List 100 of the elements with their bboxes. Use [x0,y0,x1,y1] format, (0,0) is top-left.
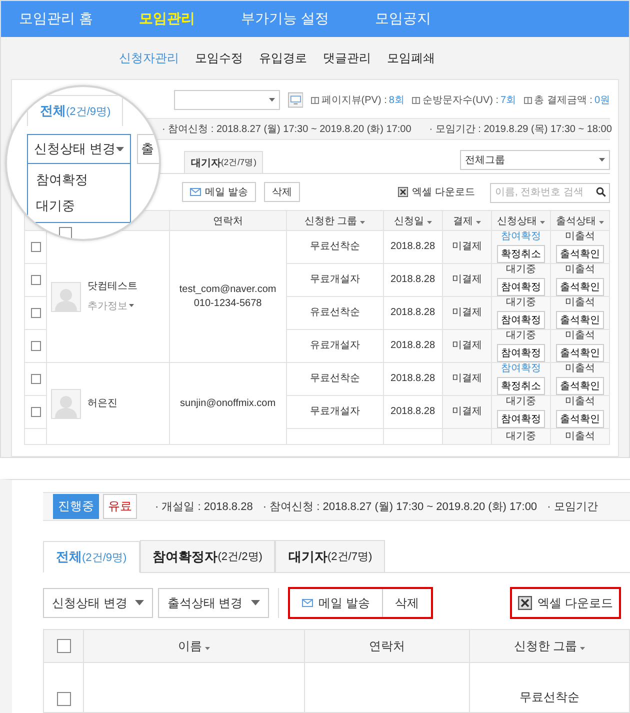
group-name: 무료선착순 [520,690,580,704]
attendance-status: 미출석 [564,297,596,309]
attendance-status: 미출석 [564,330,596,342]
group-name: 무료개설자 [308,406,361,418]
apply-date: 2018.8.28 [390,241,436,253]
payment-status: 미결제 [450,373,483,385]
attendance-check-button[interactable]: 출석확인 [556,344,604,362]
group-name: 무료개설자 [308,274,361,286]
application-status: 대기중 [504,297,537,309]
row-checkbox[interactable] [56,692,70,706]
column-header[interactable]: 출석상태 [550,210,610,230]
applicant-name: 허은진 [87,398,118,410]
status-change-dropdown[interactable]: 신청상태 변경 [27,134,131,164]
apply-date: 2018.8.28 [390,274,436,286]
column-header: 연락처 [304,630,470,662]
attendance-check-button[interactable]: 출석확인 [556,311,604,329]
status-action-button[interactable]: 확정취소 [496,377,545,395]
application-status: 대기중 [504,264,537,276]
search-field[interactable]: 이름, 전화번호 검색 [490,182,610,202]
row-checkbox[interactable] [30,340,41,351]
column-header[interactable]: 신청한 그룹 [470,630,630,662]
status-action-button[interactable]: 참여확정 [496,278,545,296]
group-name: 무료선착순 [308,241,361,253]
column-header[interactable]: 신청일 [383,210,442,230]
attendance-check-button[interactable]: 출석확인 [556,278,604,296]
status-action-button[interactable]: 참여확정 [496,344,545,362]
applicant-tab[interactable]: 참여확정자(2건/2명) [140,540,276,572]
delete-button[interactable]: 삭제 [264,182,300,202]
column-header[interactable]: 신청한 그룹 [286,210,384,230]
payment-status: 미결제 [450,406,483,418]
payment-status: 미결제 [450,340,483,352]
application-status: 참여확정 [500,231,542,243]
attendance-dropdown[interactable]: 출 [137,134,159,164]
column-header[interactable]: 결제 [442,210,492,230]
info-text: · 모임기간 [547,500,598,514]
caret-icon [135,600,144,606]
envelope-icon [190,188,201,196]
status-dropdown[interactable]: 출석상태 변경 [158,588,269,618]
attendance-check-button[interactable]: 출석확인 [556,377,604,395]
apply-date: 2018.8.28 [390,340,436,352]
menu-item[interactable]: 대기중 [28,193,130,219]
application-status: 대기중 [504,430,537,442]
menu-item[interactable]: 참여확정 [28,167,130,193]
column-header[interactable]: 신청상태 [491,210,550,230]
group-name: 유료개설자 [308,340,361,352]
status-action-button[interactable]: 참여확정 [496,410,545,428]
header-checkbox[interactable] [56,639,70,654]
search-icon[interactable] [596,187,606,197]
status-dropdown[interactable]: 신청상태 변경 [43,588,154,618]
book-icon [524,96,532,104]
attendance-status: 미출석 [564,430,596,442]
select-all-checkbox[interactable] [59,227,72,239]
row-checkbox[interactable] [30,274,41,285]
row-checkbox[interactable] [30,242,41,252]
application-status: 참여확정 [500,363,542,375]
attendance-check-button[interactable]: 출석확인 [556,245,604,263]
row-checkbox[interactable] [30,406,41,417]
attendance-status: 미출석 [564,396,596,408]
stat-text: 총 결제금액 : 0원 [524,93,610,107]
payment-status: 미결제 [450,241,483,253]
caret-icon [599,158,605,162]
attendance-status: 미출석 [564,264,596,276]
status-action-button[interactable]: 참여확정 [496,311,545,329]
column-header[interactable]: 이름 [84,630,304,662]
column-header: 연락처 [169,210,286,230]
caret-icon [129,304,134,307]
apply-date: 2018.8.28 [390,406,436,418]
group-name: 유료선착순 [308,307,361,319]
envelope-icon [302,599,313,607]
book-icon [311,96,320,104]
send-mail-button[interactable]: 메일 발송 [182,182,256,202]
group-name: 무료선착순 [308,373,361,385]
info-text: · 모임기간 : 2019.8.29 (목) 17:30 ~ 18:00 [429,123,612,136]
subnav-tab[interactable]: 유입경로 [259,50,307,66]
spreadsheet-icon [518,596,532,610]
apply-date: 2018.8.28 [390,373,436,385]
status-action-button[interactable]: 확정취소 [496,245,545,263]
attendance-check-button[interactable]: 출석확인 [556,410,604,428]
row-checkbox[interactable] [30,374,41,384]
subnav-tab[interactable]: 댓글관리 [323,50,371,66]
application-status: 대기중 [504,396,537,408]
attendance-status: 미출석 [564,231,596,243]
status-badge: 유료 [103,494,137,519]
applicant-tab[interactable]: 대기자(2건/7명) [275,540,386,572]
caret-icon [250,600,260,606]
contact-text: sunjin@onoffmix.com [179,396,277,410]
spreadsheet-icon [398,187,408,197]
group-select[interactable]: 전체그룹 [460,150,610,170]
payment-status: 미결제 [450,307,483,319]
contact-text: test_com@naver.com [178,282,278,296]
info-text: · 개설일 : 2018.8.28 [155,500,253,514]
payment-status: 미결제 [450,274,483,286]
monitor-icon[interactable] [288,92,304,108]
status-badge: 진행중 [53,494,99,519]
subnav-tab[interactable]: 모임폐쇄 [387,50,435,66]
stat-text: 순방문자수(UV) : 7회 [412,93,516,107]
stat-text: 페이지뷰(PV) : 8회 [311,93,404,107]
subnav-tab[interactable]: 모임수정 [195,50,243,66]
row-checkbox[interactable] [30,308,41,318]
book-icon [412,96,420,104]
